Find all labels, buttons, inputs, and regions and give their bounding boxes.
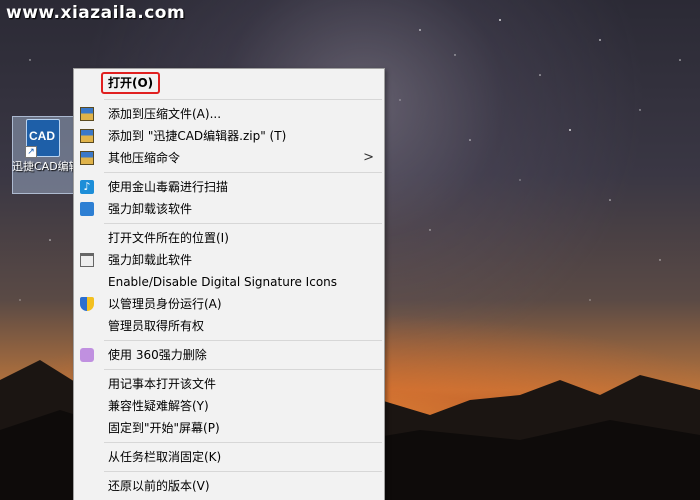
menu-separator (104, 223, 382, 224)
menu-item-force-uninstall[interactable]: 强力卸载该软件 (74, 198, 384, 220)
menu-item-scan-duba[interactable]: ♪ 使用金山毒霸进行扫描 (74, 176, 384, 198)
menu-item-restore-previous-versions[interactable]: 还原以前的版本(V) (74, 475, 384, 497)
menu-separator (104, 99, 382, 100)
menu-item-label: 管理员取得所有权 (108, 319, 205, 333)
menu-separator (104, 172, 382, 173)
archive-icon (80, 151, 94, 165)
menu-item-label: 使用 360强力删除 (108, 348, 207, 362)
menu-item-label: 打开文件所在的位置(I) (108, 231, 229, 245)
menu-item-unpin-taskbar[interactable]: 从任务栏取消固定(K) (74, 446, 384, 468)
menu-item-label: 还原以前的版本(V) (108, 479, 210, 493)
menu-item-label: 兼容性疑难解答(Y) (108, 399, 209, 413)
menu-item-label: 以管理员身份运行(A) (108, 297, 222, 311)
menu-item-open[interactable]: 打开(O) (74, 71, 384, 95)
360-delete-icon (80, 348, 94, 362)
menu-item-compatibility-troubleshoot[interactable]: 兼容性疑难解答(Y) (74, 395, 384, 417)
trash-icon (80, 253, 94, 267)
shortcut-arrow-icon: ↗ (25, 146, 37, 158)
app-badge-text: CAD (29, 129, 55, 143)
site-watermark: www.xiazaila.com (6, 3, 186, 23)
menu-item-run-as-admin[interactable]: 以管理员身份运行(A) (74, 293, 384, 315)
uninstall-icon (80, 202, 94, 216)
menu-item-add-to-zip[interactable]: 添加到 "迅捷CAD编辑器.zip" (T) (74, 125, 384, 147)
uac-shield-icon (80, 297, 94, 311)
open-label-highlight: 打开(O) (101, 72, 161, 94)
menu-item-label: 打开(O) (108, 76, 154, 90)
menu-item-label: 用记事本打开该文件 (108, 377, 217, 391)
menu-item-pin-to-start[interactable]: 固定到"开始"屏幕(P) (74, 417, 384, 439)
desktop-shortcut-cad-editor[interactable]: CAD ↗ 迅捷CAD编辑器 (12, 116, 74, 194)
menu-item-add-to-archive[interactable]: 添加到压缩文件(A)... (74, 103, 384, 125)
menu-item-label: 添加到压缩文件(A)... (108, 107, 222, 121)
menu-separator (104, 340, 382, 341)
menu-item-open-file-location[interactable]: 打开文件所在的位置(I) (74, 227, 384, 249)
menu-item-open-with-notepad[interactable]: 用记事本打开该文件 (74, 373, 384, 395)
menu-item-force-uninstall-this[interactable]: 强力卸载此软件 (74, 249, 384, 271)
menu-item-label: 添加到 "迅捷CAD编辑器.zip" (T) (108, 129, 287, 143)
menu-separator (104, 369, 382, 370)
menu-item-label: 其他压缩命令 (108, 151, 181, 165)
menu-item-label: 强力卸载该软件 (108, 202, 193, 216)
submenu-chevron-icon: > (363, 150, 374, 165)
menu-separator (104, 471, 382, 472)
desktop-icon-label: 迅捷CAD编辑器 (12, 160, 74, 173)
menu-item-take-ownership[interactable]: 管理员取得所有权 (74, 315, 384, 337)
menu-item-label: 固定到"开始"屏幕(P) (108, 421, 220, 435)
archive-icon (80, 129, 94, 143)
cad-app-icon: CAD ↗ (25, 119, 60, 158)
menu-item-other-compression[interactable]: 其他压缩命令 > (74, 147, 384, 169)
menu-separator (104, 442, 382, 443)
menu-item-label: Enable/Disable Digital Signature Icons (108, 275, 338, 289)
menu-item-label: 强力卸载此软件 (108, 253, 193, 267)
menu-item-digital-signature-icons[interactable]: Enable/Disable Digital Signature Icons (74, 271, 384, 293)
menu-item-360-force-delete[interactable]: 使用 360强力删除 (74, 344, 384, 366)
archive-icon (80, 107, 94, 121)
menu-item-label: 使用金山毒霸进行扫描 (108, 180, 229, 194)
menu-item-label: 从任务栏取消固定(K) (108, 450, 222, 464)
context-menu: 打开(O) 添加到压缩文件(A)... 添加到 "迅捷CAD编辑器.zip" (… (73, 68, 385, 500)
antivirus-scan-icon: ♪ (80, 180, 94, 194)
